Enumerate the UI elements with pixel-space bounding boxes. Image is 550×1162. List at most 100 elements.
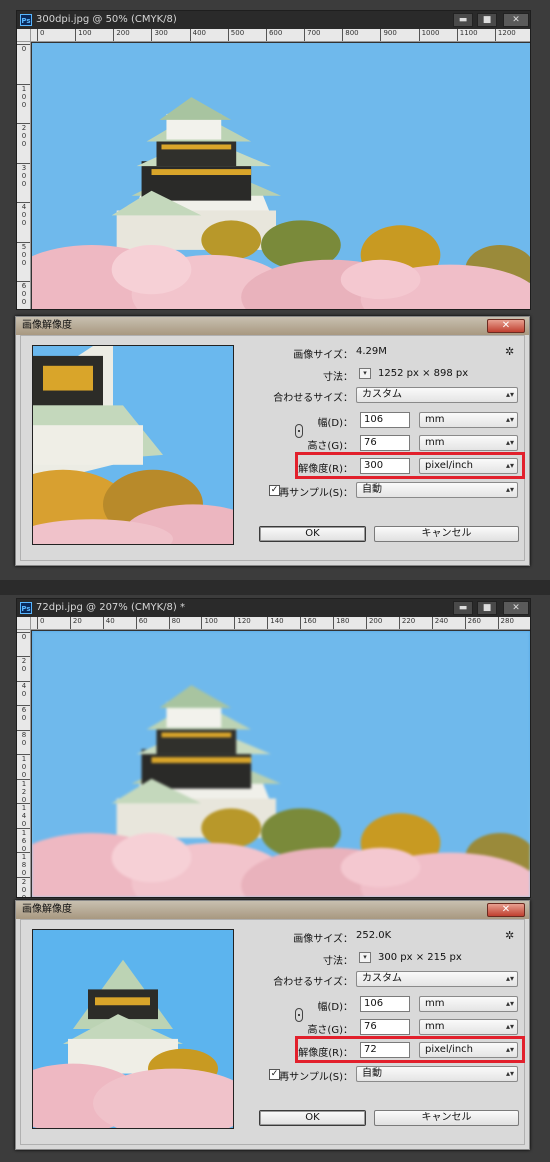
ruler-tick-label: 6 0 0 bbox=[17, 281, 30, 306]
vertical-ruler[interactable]: 0 1 0 0 2 0 0 3 0 0 4 0 0 5 0 0 6 0 0 bbox=[17, 42, 31, 309]
cancel-button[interactable]: キャンセル bbox=[374, 526, 519, 542]
dialog-title-bar[interactable]: 画像解像度 ✕ bbox=[16, 901, 529, 919]
fit-to-select[interactable]: カスタム ▴▾ bbox=[356, 971, 518, 987]
document-canvas[interactable] bbox=[32, 631, 530, 897]
ruler-tick-label: 1 6 0 bbox=[17, 827, 30, 853]
image-size-value: 4.29M bbox=[356, 346, 387, 357]
resolution-input[interactable]: 300 bbox=[360, 458, 410, 474]
ruler-tick-label: 3 0 0 bbox=[17, 162, 30, 188]
ruler-tick-label: 1200 bbox=[494, 29, 516, 41]
resample-select[interactable]: 自動 ▴▾ bbox=[356, 1066, 518, 1082]
resample-select[interactable]: 自動 ▴▾ bbox=[356, 482, 518, 498]
ruler-tick-label: 100 bbox=[75, 29, 92, 41]
preview-thumbnail[interactable] bbox=[32, 929, 234, 1129]
height-input[interactable]: 76 bbox=[360, 1019, 410, 1035]
fit-to-select[interactable]: カスタム ▴▾ bbox=[356, 387, 518, 403]
resample-dropdown-icon: ▴▾ bbox=[505, 1069, 514, 1078]
document-window: Ps 300dpi.jpg @ 50% (CMYK/8) ▬ ■ ✕ 0 100 2… bbox=[16, 10, 531, 310]
width-label: 幅(D)： bbox=[317, 1002, 353, 1013]
gear-icon[interactable]: ✲ bbox=[505, 929, 514, 942]
ruler-tick-label: 260 bbox=[464, 617, 481, 629]
dimensions-value: 300 px × 215 px bbox=[378, 952, 462, 963]
document-title-bar[interactable]: Ps 72dpi.jpg @ 207% (CMYK/8) * ▬ ■ ✕ bbox=[17, 599, 530, 617]
ruler-tick-label: 8 0 bbox=[17, 729, 30, 747]
width-unit-value: mm bbox=[425, 414, 445, 425]
ruler-tick-label: 120 bbox=[234, 617, 251, 629]
ruler-tick-label: 1100 bbox=[456, 29, 478, 41]
ruler-tick-label: 240 bbox=[431, 617, 448, 629]
maximize-icon[interactable]: ■ bbox=[477, 13, 497, 27]
dimensions-unit-dropdown-icon[interactable]: ▾ bbox=[359, 952, 371, 963]
ruler-tick-label: 6 0 bbox=[17, 705, 30, 722]
ruler-tick-label: 0 bbox=[37, 29, 44, 41]
image-size-value: 252.0K bbox=[356, 930, 392, 941]
height-unit-select[interactable]: mm ▴▾ bbox=[419, 435, 518, 451]
width-input[interactable]: 106 bbox=[360, 996, 410, 1012]
ruler-tick-label: 700 bbox=[304, 29, 320, 41]
resample-value: 自動 bbox=[362, 1068, 382, 1079]
document-canvas[interactable] bbox=[32, 43, 530, 309]
resample-dropdown-icon: ▴▾ bbox=[505, 485, 514, 494]
height-input[interactable]: 76 bbox=[360, 435, 410, 451]
cancel-button[interactable]: キャンセル bbox=[374, 1110, 519, 1126]
constrain-proportions-link-icon[interactable] bbox=[295, 1008, 303, 1022]
preview-thumbnail[interactable] bbox=[32, 345, 234, 545]
gear-icon[interactable]: ✲ bbox=[505, 345, 514, 358]
fit-to-label: 合わせるサイズ： bbox=[273, 393, 353, 404]
photoshop-logo-icon: Ps bbox=[20, 602, 32, 614]
ruler-tick-label: 0 bbox=[17, 44, 30, 53]
ruler-tick-label: 220 bbox=[398, 617, 415, 629]
width-input[interactable]: 106 bbox=[360, 412, 410, 428]
maximize-icon[interactable]: ■ bbox=[477, 601, 497, 615]
resample-label: 再サンプル(S)： bbox=[279, 1072, 353, 1083]
close-icon[interactable]: ✕ bbox=[503, 13, 529, 27]
ruler-tick-label: 2 0 0 bbox=[17, 876, 30, 897]
ok-button[interactable]: OK bbox=[259, 526, 366, 542]
resolution-unit-select[interactable]: pixel/inch ▴▾ bbox=[419, 1042, 518, 1058]
height-unit-select[interactable]: mm ▴▾ bbox=[419, 1019, 518, 1035]
ruler-tick-label: 40 bbox=[102, 617, 115, 629]
ruler-corner[interactable] bbox=[17, 29, 31, 42]
dimensions-label: 寸法： bbox=[323, 956, 353, 967]
horizontal-ruler[interactable]: 0 20 40 60 80 100 120 140 160 180 200 220 240 260 280 bbox=[31, 617, 530, 630]
ruler-tick-label: 500 bbox=[227, 29, 244, 41]
dialog-title-bar[interactable]: 画像解像度 ✕ bbox=[16, 317, 529, 335]
dialog-title: 画像解像度 bbox=[22, 320, 72, 331]
height-unit-value: mm bbox=[425, 1021, 445, 1032]
height-label: 高さ(G)： bbox=[307, 1025, 353, 1036]
fit-to-label: 合わせるサイズ： bbox=[273, 977, 353, 988]
dimensions-unit-dropdown-icon[interactable]: ▾ bbox=[359, 368, 371, 379]
close-icon[interactable]: ✕ bbox=[503, 601, 529, 615]
ruler-tick-label: 80 bbox=[168, 617, 181, 629]
width-label: 幅(D)： bbox=[317, 418, 353, 429]
width-unit-select[interactable]: mm ▴▾ bbox=[419, 412, 518, 428]
constrain-proportions-link-icon[interactable] bbox=[295, 424, 303, 438]
dialog-close-icon[interactable]: ✕ bbox=[487, 903, 525, 917]
ruler-tick-label: 180 bbox=[333, 617, 349, 629]
ok-button[interactable]: OK bbox=[259, 1110, 366, 1126]
ruler-tick-label: 60 bbox=[135, 617, 148, 629]
horizontal-ruler[interactable]: 0 100 200 300 400 500 600 700 800 900 1000 1100 1200 bbox=[31, 29, 530, 42]
ruler-tick-label: 160 bbox=[300, 617, 317, 629]
ruler-tick-label: 4 0 bbox=[17, 680, 30, 698]
ruler-corner[interactable] bbox=[17, 617, 31, 630]
minimize-icon[interactable]: ▬ bbox=[453, 13, 473, 27]
width-unit-select[interactable]: mm ▴▾ bbox=[419, 996, 518, 1012]
resolution-unit-dropdown-icon: ▴▾ bbox=[505, 1045, 514, 1054]
dimensions-value: 1252 px × 898 px bbox=[378, 368, 469, 379]
ruler-tick-label: 200 bbox=[365, 617, 382, 629]
photoshop-logo-icon: Ps bbox=[20, 14, 32, 26]
ruler-tick-label: 0 bbox=[17, 632, 30, 641]
document-title-bar[interactable]: Ps 300dpi.jpg @ 50% (CMYK/8) ▬ ■ ✕ bbox=[17, 11, 530, 29]
vertical-ruler[interactable]: 0 2 0 4 0 6 0 8 0 1 0 01 2 01 4 01 6 01 8 02 … bbox=[17, 630, 31, 897]
image-size-dialog: 画像解像度 ✕ 画像サイズ： 252.0K ✲ 寸法： ▾ 300 px × 2… bbox=[15, 900, 530, 1150]
resolution-input[interactable]: 72 bbox=[360, 1042, 410, 1058]
dialog-close-icon[interactable]: ✕ bbox=[487, 319, 525, 333]
castle-photo-pixelated bbox=[32, 631, 530, 897]
ruler-tick-label: 1 2 0 bbox=[17, 778, 30, 804]
resolution-label: 解像度(R)： bbox=[298, 464, 353, 475]
ruler-tick-label: 1000 bbox=[418, 29, 439, 41]
minimize-icon[interactable]: ▬ bbox=[453, 601, 473, 615]
resolution-unit-select[interactable]: pixel/inch ▴▾ bbox=[419, 458, 518, 474]
width-unit-value: mm bbox=[425, 998, 445, 1009]
